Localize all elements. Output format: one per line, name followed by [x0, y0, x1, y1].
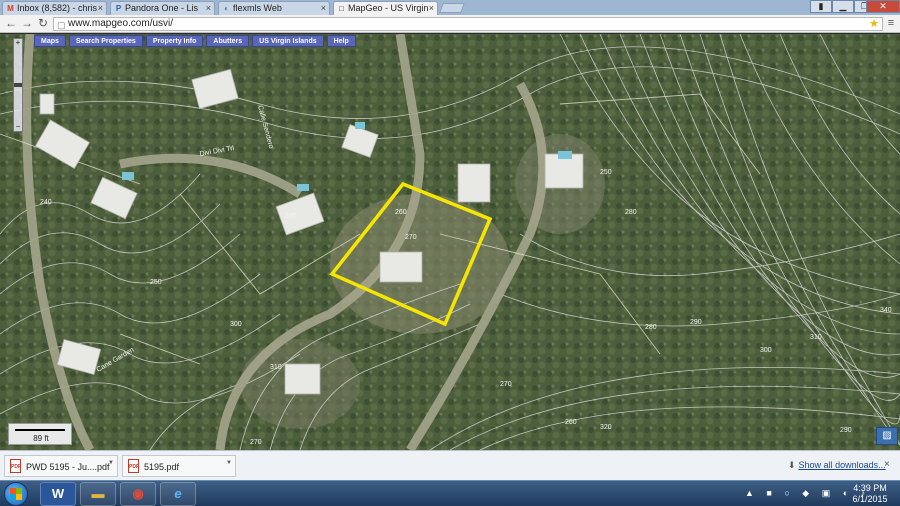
contour-label: 280	[625, 209, 637, 216]
show-all-label: Show all downloads...	[798, 460, 886, 470]
contour-label: 250	[150, 279, 162, 286]
browser-toolbar: ← → ↻ ▢ www.mapgeo.com/usvi/ ★ ≡	[0, 15, 900, 33]
menu-icon[interactable]: ≡	[885, 17, 897, 29]
word-icon[interactable]: W	[40, 482, 76, 506]
nav-us-virgin-islands[interactable]: US Virgin Islands	[252, 35, 324, 47]
page-icon: □	[339, 4, 344, 13]
zoom-slider-thumb[interactable]	[14, 83, 22, 87]
chevron-down-icon[interactable]: ▼	[226, 460, 232, 466]
url-text: www.mapgeo.com/usvi/	[68, 18, 174, 29]
forward-arrow-icon[interactable]: →	[20, 17, 34, 31]
nav-abutters[interactable]: Abutters	[206, 35, 250, 47]
contour-label: 270	[250, 439, 262, 446]
address-bar[interactable]: ▢ www.mapgeo.com/usvi/ ★	[53, 17, 883, 31]
close-icon[interactable]: ×	[321, 3, 326, 13]
reload-icon[interactable]: ↻	[36, 17, 50, 31]
contour-label: 310	[270, 364, 282, 371]
taskbar: W ▬ ◉ e ▲ ■ ○ ◆ ▣ ◐ ♪ 4:39 PM 6/1/2015	[0, 480, 900, 506]
windows-logo-icon	[10, 488, 22, 500]
bookmark-star-icon[interactable]: ★	[869, 18, 879, 30]
download-item[interactable]: PDF PWD 5195 - Ju....pdf ▼	[4, 455, 118, 477]
zoom-slider[interactable]: + −	[13, 38, 23, 132]
scale-line	[15, 429, 65, 431]
tab-mapgeo[interactable]: □ MapGeo - US Virgin ×	[333, 1, 438, 15]
contour-label: 300	[760, 347, 772, 354]
pdf-icon: PDF	[10, 459, 21, 473]
scale-label: 89 ft	[33, 434, 49, 443]
aerial-map: Divi Divi Trl Calle Sendero Cane Garden …	[0, 34, 900, 450]
download-filename: 5195.pdf	[144, 462, 180, 472]
contour-label: 280	[645, 324, 657, 331]
tab-strip: M Inbox (8,582) - chris × P Pandora One …	[0, 0, 900, 15]
tab-flexmls[interactable]: ◐ flexmls Web ×	[218, 1, 330, 15]
close-icon[interactable]: ×	[98, 3, 103, 13]
contour-label: 310	[810, 334, 822, 341]
back-arrow-icon[interactable]: ←	[4, 17, 18, 31]
new-tab-button[interactable]	[439, 3, 465, 13]
user-icon[interactable]: ▮	[810, 0, 832, 13]
download-icon: ⬇	[788, 460, 796, 470]
tab-gmail[interactable]: M Inbox (8,582) - chris ×	[2, 1, 107, 15]
map-canvas[interactable]: Divi Divi Trl Calle Sendero Cane Garden …	[0, 34, 900, 450]
map-nav-menu: Maps Search Properties Property Info Abu…	[34, 35, 356, 47]
close-icon[interactable]: ×	[206, 3, 211, 13]
tab-label: MapGeo - US Virgin	[348, 3, 429, 13]
contour-label: 250	[600, 169, 612, 176]
contour-label: 320	[600, 424, 612, 431]
clock-date: 6/1/2015	[852, 494, 888, 504]
flexmls-icon: ◐	[224, 4, 229, 13]
clock-time: 4:39 PM	[853, 483, 887, 493]
layers-icon[interactable]: ▨	[876, 427, 898, 445]
contour-label: 290	[840, 427, 852, 434]
zoom-out-button[interactable]: −	[14, 123, 22, 131]
show-all-downloads-link[interactable]: ⬇ Show all downloads...	[788, 460, 886, 471]
chrome-icon[interactable]: ◉	[120, 482, 156, 506]
close-icon[interactable]: ×	[884, 459, 890, 470]
download-item[interactable]: PDF 5195.pdf ▼	[122, 455, 236, 477]
gmail-icon: M	[7, 4, 14, 13]
minimize-button[interactable]: ▁	[832, 0, 854, 13]
internet-explorer-icon[interactable]: e	[160, 482, 196, 506]
pandora-icon: P	[115, 4, 122, 13]
contour-label: 240	[40, 199, 52, 206]
nav-search-properties[interactable]: Search Properties	[68, 35, 143, 47]
close-window-button[interactable]: ✕	[866, 0, 900, 13]
start-button[interactable]	[4, 482, 28, 506]
taskbar-clock[interactable]: 4:39 PM 6/1/2015	[850, 483, 890, 505]
nav-property-info[interactable]: Property Info	[145, 35, 204, 47]
contour-label: 240	[285, 213, 297, 220]
close-icon[interactable]: ×	[429, 3, 434, 13]
tab-label: Inbox (8,582) - chris	[17, 3, 98, 13]
contour-label: 340	[880, 307, 892, 314]
chevron-down-icon[interactable]: ▼	[108, 460, 114, 466]
downloads-shelf: PDF PWD 5195 - Ju....pdf ▼ PDF 5195.pdf …	[0, 450, 900, 480]
page-icon: ▢	[57, 20, 66, 30]
scale-bar: 89 ft	[8, 423, 72, 445]
tab-pandora[interactable]: P Pandora One - Lis ×	[110, 1, 215, 15]
contour-label: 270	[405, 234, 417, 241]
nav-maps[interactable]: Maps	[34, 35, 66, 47]
contour-label: 260	[565, 419, 577, 426]
download-filename: PWD 5195 - Ju....pdf	[26, 462, 110, 472]
contour-label: 290	[690, 319, 702, 326]
tab-label: flexmls Web	[233, 3, 282, 13]
file-explorer-icon[interactable]: ▬	[80, 482, 116, 506]
tab-label: Pandora One - Lis	[125, 3, 199, 13]
contour-label: 300	[230, 321, 242, 328]
contour-label: 270	[500, 381, 512, 388]
pdf-icon: PDF	[128, 459, 139, 473]
contour-label: 260	[395, 209, 407, 216]
zoom-in-button[interactable]: +	[14, 39, 22, 47]
nav-help[interactable]: Help	[326, 35, 356, 47]
